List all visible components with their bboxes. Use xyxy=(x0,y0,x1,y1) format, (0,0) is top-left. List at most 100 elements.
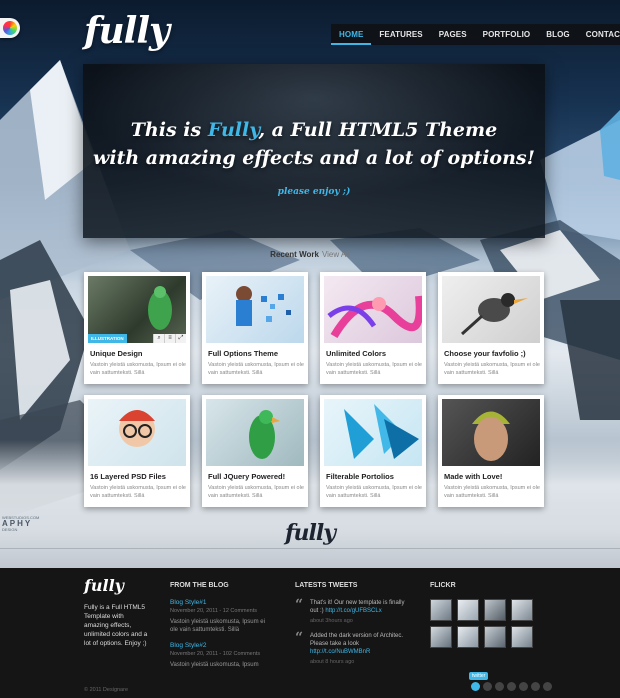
nav-blog[interactable]: BLOG xyxy=(538,24,578,45)
social-icons xyxy=(471,682,552,691)
portfolio-thumb[interactable]: ILLUSTRATION ⌕ ≡ ⤢ xyxy=(88,276,186,343)
hero-slider[interactable]: This is Fully, a Full HTML5 Theme with a… xyxy=(83,64,545,238)
blog-post-text: Vastoin yleistä uskomusta, Ipsum xyxy=(170,662,259,668)
site-footer: fully Fully is a Full HTML5 Template wit… xyxy=(0,568,620,698)
portfolio-thumb[interactable] xyxy=(88,399,186,466)
flickr-thumb[interactable] xyxy=(430,626,452,648)
rss-icon[interactable] xyxy=(543,682,552,691)
twitter-icon[interactable] xyxy=(471,682,480,691)
portfolio-thumb[interactable] xyxy=(324,399,422,466)
nav-portfolio[interactable]: PORTFOLIO xyxy=(475,24,539,45)
portfolio-card[interactable]: 16 Layered PSD Files Vastoin yleistä usk… xyxy=(84,395,190,507)
delicious-icon[interactable] xyxy=(519,682,528,691)
hero-line1-accent: Fully xyxy=(207,119,259,141)
card-desc: Vastoin yleistä uskomusta, Ipsum ei ole … xyxy=(444,362,540,376)
hero-cta-link[interactable]: please enjoy ;) xyxy=(83,187,545,197)
portfolio-card[interactable]: Full JQuery Powered! Vastoin yleistä usk… xyxy=(202,395,308,507)
card-title[interactable]: Full JQuery Powered! xyxy=(208,472,285,481)
color-picker-icon[interactable] xyxy=(0,18,20,38)
tweet-item: “ Added the dark version of Architec. Pl… xyxy=(295,630,405,665)
card-title[interactable]: Unique Design xyxy=(90,349,143,358)
flickr-thumb[interactable] xyxy=(484,599,506,621)
tweet-text: Added the dark version of Architec. Plea… xyxy=(310,632,405,656)
footer-blog: FROM THE BLOG Blog Style#1 November 20, … xyxy=(170,576,270,677)
portfolio-card[interactable]: Made with Love! Vastoin yleistä uskomust… xyxy=(438,395,544,507)
card-desc: Vastoin yleistä uskomusta, Ipsum ei ole … xyxy=(444,485,540,499)
flickr-thumb[interactable] xyxy=(457,599,479,621)
portfolio-thumb[interactable] xyxy=(442,399,540,466)
colorful-dancer-image xyxy=(327,295,422,339)
flickr-thumb[interactable] xyxy=(511,626,533,648)
flickr-grid xyxy=(430,599,533,648)
parrot-image xyxy=(249,410,280,459)
tweet-link[interactable]: http://t.co/gUFBSCLx xyxy=(325,608,381,614)
portfolio-card[interactable]: Unlimited Colors Vastoin yleistä uskomus… xyxy=(320,272,426,384)
view-all-link[interactable]: View All xyxy=(322,250,350,259)
nav-features[interactable]: FEATURES xyxy=(371,24,430,45)
divider-logo: fully xyxy=(285,520,336,546)
nav-contact[interactable]: CONTACT xyxy=(578,24,620,45)
expand-icon[interactable]: ⤢ xyxy=(175,334,186,343)
portfolio-thumb[interactable] xyxy=(442,276,540,343)
copyright-text: © 2011 Designare xyxy=(84,687,129,693)
nav-pages[interactable]: PAGES xyxy=(431,24,475,45)
flickr-thumb[interactable] xyxy=(484,626,506,648)
list-icon[interactable]: ≡ xyxy=(164,334,175,343)
tweet-item: “ That's it! Our new template is finally… xyxy=(295,597,405,624)
portfolio-card[interactable]: Choose your favfolio ;) Vastoin yleistä … xyxy=(438,272,544,384)
flickr-heading: FLICKR xyxy=(430,582,456,589)
nav-home[interactable]: HOME xyxy=(331,24,372,45)
portfolio-card[interactable]: ILLUSTRATION ⌕ ≡ ⤢ Unique Design Vastoin… xyxy=(84,272,190,384)
dribbble-icon[interactable] xyxy=(495,682,504,691)
man-beanie-image xyxy=(472,411,510,461)
card-title[interactable]: Choose your favfolio ;) xyxy=(444,349,526,358)
quote-icon: “ xyxy=(295,597,304,613)
thumb-controls: ⌕ ≡ ⤢ xyxy=(153,334,186,343)
parrot-image xyxy=(148,286,172,330)
vimeo-icon[interactable] xyxy=(507,682,516,691)
tweet-text: That's it! Our new template is finally o… xyxy=(310,599,405,615)
flickr-thumb[interactable] xyxy=(430,599,452,621)
recent-work-heading: Recent Work View All xyxy=(0,250,620,259)
zoom-icon[interactable]: ⌕ xyxy=(153,334,164,343)
footer-tweets: LATESTS TWEETS “ That's it! Our new temp… xyxy=(295,576,405,673)
blog-post-meta: November 20, 2011 - 102 Comments xyxy=(170,651,261,657)
card-desc: Vastoin yleistä uskomusta, Ipsum ei ole … xyxy=(208,362,304,376)
blog-post-meta: November 20, 2011 - 12 Comments xyxy=(170,608,258,614)
blog-heading: FROM THE BLOG xyxy=(170,582,229,589)
divider-line xyxy=(0,548,620,549)
category-badge[interactable]: ILLUSTRATION xyxy=(88,334,127,343)
tweet-time: about 8 hours ago xyxy=(310,659,355,665)
twitter-tooltip: twitter xyxy=(469,672,489,680)
tweet-link[interactable]: http://t.co/NuBWMBnR xyxy=(310,649,370,655)
blue-crystals-image xyxy=(344,404,419,459)
tweet-time: about 3hours ago xyxy=(310,618,353,624)
card-title[interactable]: Unlimited Colors xyxy=(326,349,386,358)
blog-post-title[interactable]: Blog Style#1 xyxy=(170,599,270,606)
card-title[interactable]: 16 Layered PSD Files xyxy=(90,472,166,481)
footer-about-text: Fully is a Full HTML5 Template with amaz… xyxy=(84,604,148,647)
flickr-thumb[interactable] xyxy=(457,626,479,648)
flickr-icon[interactable] xyxy=(531,682,540,691)
card-title[interactable]: Full Options Theme xyxy=(208,349,278,358)
facebook-icon[interactable] xyxy=(483,682,492,691)
footer-logo[interactable]: fully xyxy=(84,576,149,595)
recent-work-title: Recent Work xyxy=(270,250,319,259)
flickr-thumb[interactable] xyxy=(511,599,533,621)
woman-pixels-image xyxy=(236,286,291,326)
blog-post-title[interactable]: Blog Style#2 xyxy=(170,642,270,649)
site-logo[interactable]: fully xyxy=(84,10,170,52)
portfolio-card[interactable]: Filterable Portolios Vastoin yleistä usk… xyxy=(320,395,426,507)
quote-icon: “ xyxy=(295,630,304,646)
portfolio-thumb[interactable] xyxy=(324,276,422,343)
portfolio-thumb[interactable] xyxy=(206,399,304,466)
footer-flickr: FLICKR xyxy=(430,576,533,648)
card-desc: Vastoin yleistä uskomusta, Ipsum ei ole … xyxy=(90,485,186,499)
portfolio-card[interactable]: Full Options Theme Vastoin yleistä uskom… xyxy=(202,272,308,384)
bird-image xyxy=(460,293,528,336)
card-title[interactable]: Made with Love! xyxy=(444,472,502,481)
card-title[interactable]: Filterable Portolios xyxy=(326,472,394,481)
tweet-body: Added the dark version of Architec. Plea… xyxy=(310,633,404,647)
man-glasses-image xyxy=(119,410,155,447)
portfolio-thumb[interactable] xyxy=(206,276,304,343)
